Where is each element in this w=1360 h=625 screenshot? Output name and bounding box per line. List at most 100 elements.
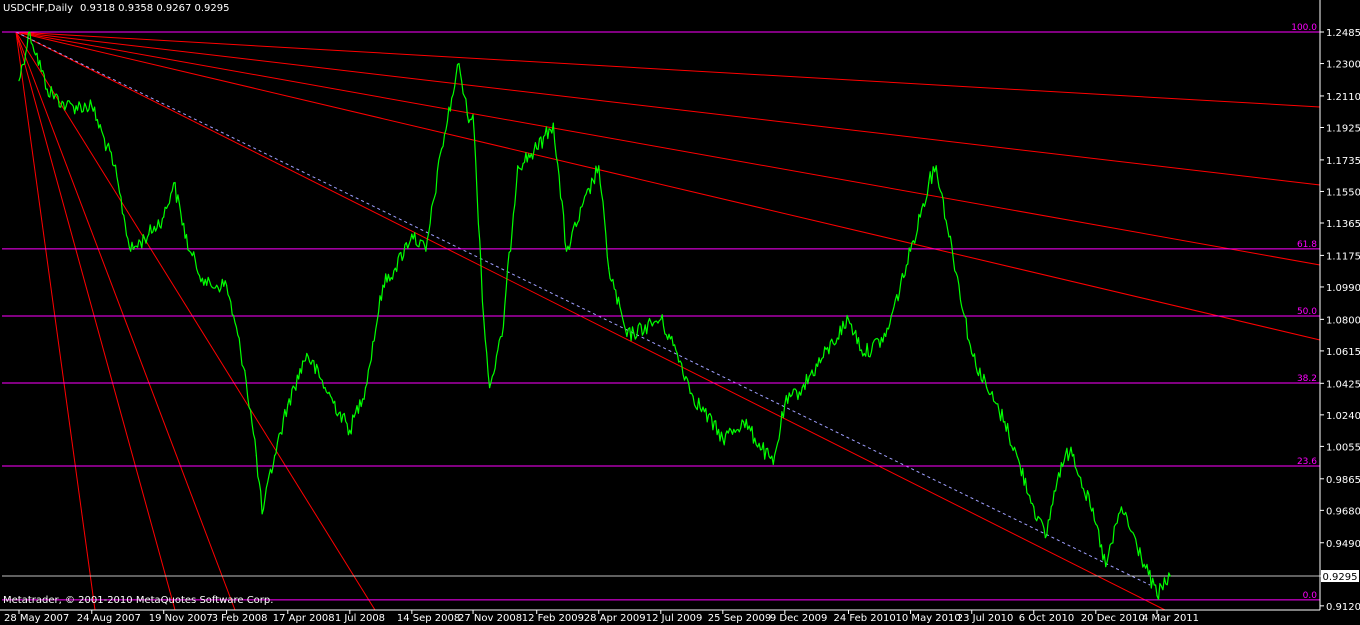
x-tick-label-1: 24 Aug 2007 bbox=[77, 613, 141, 624]
x-tick-label-17: 20 Dec 2010 bbox=[1081, 613, 1145, 624]
x-tick-label-6: 14 Sep 2008 bbox=[397, 613, 460, 624]
price-axis: 1.2485 1.2300 1.2110 1.1925 1.1735 1.1550 1.13… bbox=[1320, 28, 1360, 613]
x-tick-label-11: 25 Sep 2009 bbox=[708, 613, 771, 624]
price-point-51 bbox=[909, 250, 912, 252]
fan-line-5[interactable] bbox=[15, 31, 236, 611]
y-tick-label-11: 1.0425 bbox=[1326, 379, 1360, 390]
y-tick-label-4: 1.1735 bbox=[1326, 156, 1360, 167]
x-tick-label-7: 27 Nov 2008 bbox=[458, 613, 522, 624]
y-tick-label-6: 1.1365 bbox=[1326, 219, 1360, 230]
fib-level-label-0: 100.0 bbox=[1291, 23, 1317, 33]
price-point-30 bbox=[483, 318, 485, 320]
price-point-33 bbox=[517, 165, 519, 167]
y-tick-label-7: 1.1175 bbox=[1326, 251, 1360, 262]
price-point-27 bbox=[458, 62, 460, 65]
price-point-42 bbox=[692, 395, 694, 397]
chart-ohlc: 0.9318 0.9358 0.9267 0.9295 bbox=[80, 3, 230, 14]
price-point-18 bbox=[306, 352, 308, 355]
fibonacci-levels[interactable]: 100.0 61.8 50.0 38.2 23.6 0.0 bbox=[2, 23, 1320, 601]
x-tick-label-9: 28 Apr 2009 bbox=[584, 613, 646, 624]
y-tick-label-2: 1.2110 bbox=[1326, 92, 1360, 103]
price-point-55 bbox=[986, 386, 988, 389]
x-tick-label-16: 6 Oct 2010 bbox=[1019, 613, 1074, 624]
fan-line-3[interactable] bbox=[15, 31, 1321, 341]
svg-text:0.9295: 0.9295 bbox=[1323, 572, 1358, 583]
x-tick-label-5: 1 Jul 2008 bbox=[335, 613, 385, 624]
price-point-43 bbox=[722, 438, 724, 440]
fan-line-4[interactable] bbox=[15, 31, 376, 611]
price-point-6 bbox=[130, 250, 132, 252]
price-point-57 bbox=[1033, 506, 1035, 508]
price-point-2 bbox=[46, 88, 48, 90]
y-tick-label-12: 1.0240 bbox=[1326, 411, 1360, 422]
fan-line-2[interactable] bbox=[15, 31, 1321, 266]
fib-level-label-1: 61.8 bbox=[1297, 240, 1317, 250]
y-tick-label-14: 0.9865 bbox=[1326, 475, 1360, 486]
price-point-40 bbox=[660, 318, 662, 320]
plot-frame bbox=[0, 0, 1321, 611]
y-tick-label-5: 1.1550 bbox=[1326, 187, 1360, 198]
price-point-64 bbox=[1156, 595, 1158, 597]
price-point-63 bbox=[1120, 506, 1123, 508]
price-point-44 bbox=[742, 421, 745, 423]
x-tick-label-0: 28 May 2007 bbox=[4, 613, 69, 624]
x-tick-label-12: 9 Dec 2009 bbox=[770, 613, 828, 624]
price-point-28 bbox=[466, 114, 468, 116]
y-tick-label-16: 0.9490 bbox=[1326, 539, 1360, 550]
gann-fan-lines bbox=[15, 31, 1321, 611]
price-point-17 bbox=[287, 404, 289, 406]
price-point-65 bbox=[1169, 575, 1171, 577]
fan-line-main[interactable] bbox=[15, 31, 1166, 611]
price-point-22 bbox=[382, 284, 384, 286]
price-point-50 bbox=[885, 335, 887, 338]
fan-line-1[interactable] bbox=[15, 31, 1321, 186]
price-point-24 bbox=[411, 233, 413, 235]
y-tick-label-0: 1.2485 bbox=[1326, 28, 1360, 39]
y-tick-label-13: 1.0055 bbox=[1326, 442, 1360, 453]
y-tick-label-3: 1.1925 bbox=[1326, 124, 1360, 135]
price-point-26 bbox=[441, 148, 443, 150]
price-point-29 bbox=[472, 114, 474, 116]
chart-canvas[interactable]: 100.061.850.038.223.60.0 1.24851.23001.2… bbox=[0, 0, 1360, 625]
usdchf-chart[interactable]: 100.0 61.8 50.0 38.2 23.6 0.0 1.2485 1.2300 1.2… bbox=[0, 0, 1360, 625]
price-point-25 bbox=[425, 250, 427, 252]
fib-level-label-2: 50.0 bbox=[1297, 307, 1317, 317]
price-point-38 bbox=[608, 267, 610, 269]
fib-level-label-3: 38.2 bbox=[1297, 374, 1317, 384]
price-point-1 bbox=[29, 31, 31, 33]
price-point-39 bbox=[626, 335, 628, 338]
x-tick-label-14: 10 May 2010 bbox=[896, 613, 961, 624]
price-point-53 bbox=[935, 165, 937, 167]
price-point-60 bbox=[1070, 446, 1072, 448]
x-tick-label-3: 3 Feb 2008 bbox=[212, 613, 268, 624]
price-point-7 bbox=[148, 233, 150, 235]
price-point-35 bbox=[552, 122, 554, 124]
price-point-19 bbox=[324, 386, 326, 389]
price-point-41 bbox=[676, 352, 678, 355]
fan-line-7[interactable] bbox=[15, 31, 96, 611]
price-point-14 bbox=[255, 455, 257, 457]
y-tick-label-10: 1.0615 bbox=[1326, 347, 1360, 358]
x-tick-label-10: 12 Jul 2009 bbox=[646, 613, 703, 624]
price-point-23 bbox=[394, 267, 396, 269]
price-point-4 bbox=[91, 105, 93, 107]
price-point-62 bbox=[1105, 566, 1107, 568]
y-tick-label-15: 0.9680 bbox=[1326, 506, 1360, 517]
price-point-45 bbox=[772, 463, 774, 465]
price-point-15 bbox=[261, 513, 263, 515]
price-point-21 bbox=[364, 386, 367, 389]
price-point-34 bbox=[536, 148, 538, 150]
price-point-37 bbox=[598, 165, 600, 167]
chart-symbol: USDCHF,Daily bbox=[3, 3, 73, 14]
time-axis: 28 May 2007 24 Aug 2007 19 Nov 20073 Feb 2… bbox=[4, 610, 1199, 624]
price-point-54 bbox=[971, 352, 973, 355]
fib-level-label-5: 0.0 bbox=[1303, 591, 1318, 601]
fan-line-0[interactable] bbox=[15, 31, 1321, 108]
dashed-trend-line[interactable] bbox=[15, 31, 1151, 586]
price-point-59 bbox=[1057, 472, 1060, 474]
price-point-47 bbox=[801, 386, 803, 389]
y-tick-label-9: 1.0800 bbox=[1326, 315, 1360, 326]
x-tick-label-2: 19 Nov 2007 bbox=[149, 613, 213, 624]
copyright-text: Metatrader, © 2001-2010 MetaQuotes Softw… bbox=[3, 595, 273, 606]
price-point-20 bbox=[349, 429, 351, 431]
